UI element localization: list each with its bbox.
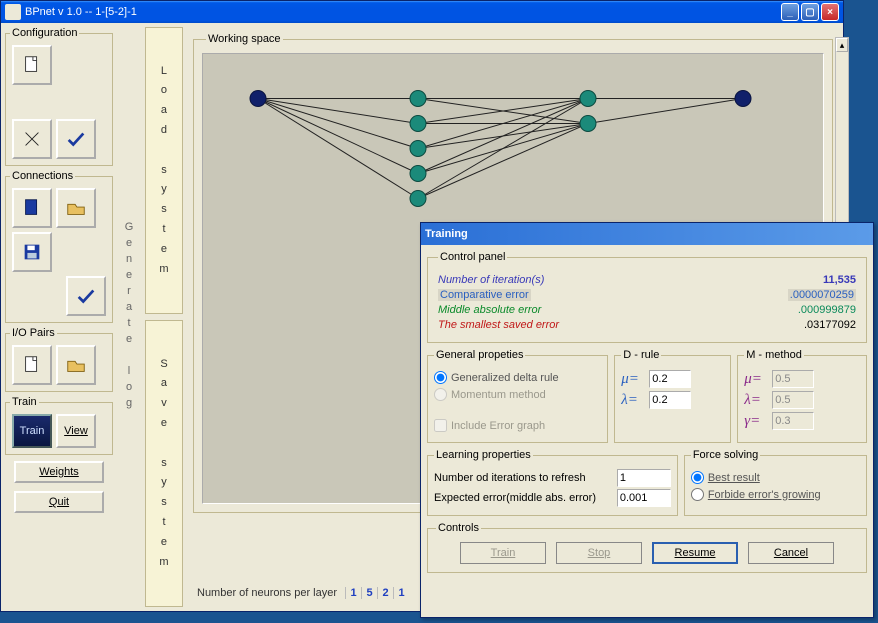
- dialog-titlebar[interactable]: Training: [421, 223, 873, 245]
- configuration-legend: Configuration: [10, 27, 79, 39]
- neurons-label: Number of neurons per layer: [197, 587, 337, 599]
- generate-log-label: Generate log: [117, 27, 141, 607]
- maximize-button[interactable]: ▢: [801, 3, 819, 21]
- minimize-button[interactable]: _: [781, 3, 799, 21]
- lambda-icon: λ=: [621, 392, 645, 409]
- connections-legend: Connections: [10, 170, 75, 182]
- smallest-error-value: .03177092: [804, 319, 856, 331]
- open-connections-button[interactable]: [56, 188, 96, 228]
- drule-lambda-input[interactable]: [649, 391, 691, 409]
- mu-icon: μ=: [621, 371, 645, 388]
- app-title: BPnet v 1.0 -- 1-[5-2]-1: [25, 6, 781, 18]
- momentum-radio[interactable]: Momentum method: [434, 388, 601, 401]
- new-iopairs-button[interactable]: [12, 345, 52, 385]
- train-button[interactable]: Train: [12, 414, 52, 448]
- dialog-title: Training: [425, 228, 869, 240]
- refresh-input[interactable]: [617, 469, 671, 487]
- neurons-values: 1521: [345, 587, 409, 599]
- gdr-radio[interactable]: Generalized delta rule: [434, 371, 601, 384]
- new-connections-button[interactable]: [12, 188, 52, 228]
- iopairs-legend: I/O Pairs: [10, 327, 57, 339]
- configuration-group: Configuration: [5, 27, 113, 166]
- force-solving-group: Force solving Best result Forbide error'…: [684, 449, 867, 516]
- new-config-button[interactable]: [12, 45, 52, 85]
- iterations-label: Number of iteration(s): [438, 274, 544, 286]
- control-panel-group: Control panel Number of iteration(s)11,5…: [427, 251, 867, 343]
- drule-mu-input[interactable]: [649, 370, 691, 388]
- mmethod-group: M - method μ= λ= γ=: [737, 349, 867, 443]
- expected-input[interactable]: [617, 489, 671, 507]
- gamma-icon: γ=: [744, 413, 768, 430]
- app-icon: [5, 4, 21, 20]
- mid-error-value: .000999879: [798, 304, 856, 316]
- quit-button[interactable]: Quit: [14, 491, 104, 513]
- save-system-strip[interactable]: Save system: [145, 320, 183, 607]
- weights-button[interactable]: Weights: [14, 461, 104, 483]
- controls-group: Controls Train Stop Resume Cancel: [427, 522, 867, 573]
- dialog-train-button: Train: [460, 542, 546, 564]
- comp-error-value: .0000070259: [788, 289, 856, 301]
- workspace-legend: Working space: [206, 33, 283, 45]
- iopairs-group: I/O Pairs: [5, 327, 113, 392]
- dialog-body: Control panel Number of iteration(s)11,5…: [421, 245, 873, 617]
- mu2-icon: μ=: [744, 371, 768, 388]
- refresh-label: Number od iterations to refresh: [434, 472, 586, 484]
- train-group: Train Train View: [5, 396, 113, 455]
- best-result-radio[interactable]: Best result: [691, 471, 860, 484]
- drule-group: D - rule μ= λ=: [614, 349, 731, 443]
- train-legend: Train: [10, 396, 39, 408]
- training-dialog: Training Control panel Number of iterati…: [420, 222, 874, 618]
- load-system-strip[interactable]: Load system: [145, 27, 183, 314]
- dialog-stop-button: Stop: [556, 542, 642, 564]
- cancel-config-button[interactable]: [12, 119, 52, 159]
- general-properties-group: General propeties Generalized delta rule…: [427, 349, 608, 443]
- dialog-cancel-button[interactable]: Cancel: [748, 542, 834, 564]
- save-connections-button[interactable]: [12, 232, 52, 272]
- mmethod-mu-input: [772, 370, 814, 388]
- learning-properties-group: Learning properties Number od iterations…: [427, 449, 678, 516]
- lambda2-icon: λ=: [744, 392, 768, 409]
- open-iopairs-button[interactable]: [56, 345, 96, 385]
- accept-config-button[interactable]: [56, 119, 96, 159]
- left-sidebar: Configuration Connections: [5, 27, 113, 607]
- mmethod-lambda-input: [772, 391, 814, 409]
- comp-error-label: Comparative error: [438, 289, 531, 301]
- dialog-resume-button[interactable]: Resume: [652, 542, 738, 564]
- smallest-error-label: The smallest saved error: [438, 319, 559, 331]
- main-titlebar[interactable]: BPnet v 1.0 -- 1-[5-2]-1 _ ▢ ×: [1, 1, 843, 23]
- system-strips: Load system Save system: [145, 27, 183, 607]
- view-button[interactable]: View: [56, 414, 96, 448]
- iterations-value: 11,535: [823, 274, 856, 286]
- mid-error-label: Middle absolute error: [438, 304, 541, 316]
- forbide-growing-radio[interactable]: Forbide error's growing: [691, 488, 860, 501]
- close-button[interactable]: ×: [821, 3, 839, 21]
- connections-group: Connections: [5, 170, 113, 323]
- expected-label: Expected error(middle abs. error): [434, 492, 596, 504]
- include-error-checkbox[interactable]: Include Error graph: [434, 419, 601, 432]
- accept-connections-button[interactable]: [66, 276, 106, 316]
- mmethod-gamma-input: [772, 412, 814, 430]
